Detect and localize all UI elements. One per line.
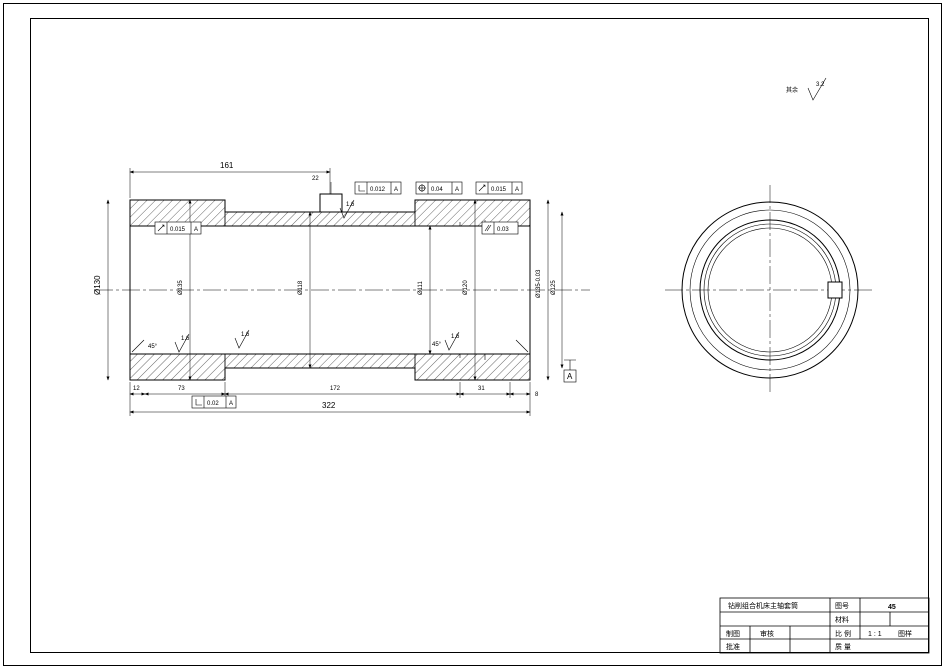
svg-text:1.6: 1.6 xyxy=(451,334,460,340)
fcf-perp-2: 0.02 A xyxy=(192,396,236,408)
svg-text:Ø111: Ø111 xyxy=(418,281,424,295)
svg-text:0.012: 0.012 xyxy=(370,187,386,193)
title-block: 钻削组合机床主轴套筒 图号 材料 45 比 例 1 : 1 图样 质 量 制图 … xyxy=(720,598,929,653)
svg-text:3.2: 3.2 xyxy=(816,82,825,88)
dim-161-text: 161 xyxy=(220,161,234,170)
svg-text:Ø135-0.03: Ø135-0.03 xyxy=(536,269,542,298)
fcf-pos: 0.04 A xyxy=(416,182,462,194)
svg-text:73: 73 xyxy=(178,386,185,392)
svg-text:0.02: 0.02 xyxy=(207,401,219,407)
chamfer-l-text: 45° xyxy=(148,344,158,350)
section-view: 45° 45° 1.6 1.6 1.6 1.6 xyxy=(93,161,590,416)
chamfer-r-text: 45° xyxy=(432,342,442,348)
svg-text:0.04: 0.04 xyxy=(431,187,443,193)
surface-finish-3: 1.6 xyxy=(445,332,460,350)
fcf-runout-1: 0.015 A xyxy=(155,222,201,234)
tb-sheet-l: 图样 xyxy=(898,629,912,638)
svg-text:A: A xyxy=(394,187,398,193)
svg-text:0.03: 0.03 xyxy=(497,227,509,233)
svg-text:8: 8 xyxy=(535,392,539,398)
svg-text:A: A xyxy=(194,227,198,233)
svg-text:Ø118: Ø118 xyxy=(298,280,304,295)
svg-text:1.6: 1.6 xyxy=(241,332,250,338)
svg-text:A: A xyxy=(567,372,573,381)
tb-mass-l: 质 量 xyxy=(835,642,851,651)
fcf-perp-1: 0.012 A xyxy=(355,182,401,194)
svg-text:1.6: 1.6 xyxy=(346,202,355,208)
svg-text:A: A xyxy=(515,187,519,193)
keyway-width: 22 xyxy=(312,176,319,182)
dim-322-text: 322 xyxy=(322,401,336,410)
svg-text:A: A xyxy=(229,401,233,407)
svg-text:1.6: 1.6 xyxy=(181,336,190,342)
svg-text:其余: 其余 xyxy=(786,86,798,94)
surface-finish-2: 1.6 xyxy=(235,330,250,348)
tb-scale: 1 : 1 xyxy=(868,631,882,638)
svg-text:Ø130: Ø130 xyxy=(93,275,102,295)
keyway-notch xyxy=(828,282,842,298)
tb-drawno: 图号 xyxy=(835,602,849,610)
general-surface-note: 其余 3.2 xyxy=(786,78,826,100)
svg-text:0.015: 0.015 xyxy=(170,227,186,233)
keyway-slot xyxy=(320,194,342,212)
tb-proof-l: 审核 xyxy=(760,629,774,638)
svg-text:Ø125: Ø125 xyxy=(551,280,557,295)
chamfer-l xyxy=(132,340,144,352)
chamfer-r xyxy=(516,340,528,352)
tb-design-l: 制图 xyxy=(726,629,740,638)
dim-chain: 12 73 172 31 8 xyxy=(130,382,539,398)
svg-text:Ø135: Ø135 xyxy=(178,280,184,295)
fcf-runout-2: 0.015 A xyxy=(476,182,522,194)
svg-text:A: A xyxy=(455,187,459,193)
tb-scale-l: 比 例 xyxy=(835,629,851,638)
fcf-cyl: 0.03 xyxy=(482,222,518,234)
tb-approve-l: 批准 xyxy=(726,642,740,651)
hatch-tm xyxy=(225,212,415,226)
hatch-bl xyxy=(130,354,225,380)
svg-text:172: 172 xyxy=(330,386,341,392)
drawing-canvas: 45° 45° 1.6 1.6 1.6 1.6 xyxy=(0,0,945,669)
datum-a: A xyxy=(564,360,576,382)
svg-text:31: 31 xyxy=(478,386,485,392)
tb-material-l: 材料 xyxy=(835,615,849,624)
hatch-bm xyxy=(225,354,415,368)
drawing-sheet: 45° 45° 1.6 1.6 1.6 1.6 xyxy=(0,0,945,669)
surface-finish-1: 1.6 xyxy=(175,334,190,352)
svg-text:Ø120: Ø120 xyxy=(463,280,469,295)
end-view xyxy=(665,185,875,395)
tb-material: 45 xyxy=(888,604,896,611)
hatch-br xyxy=(415,354,530,380)
tb-partname: 钻削组合机床主轴套筒 xyxy=(728,601,798,610)
svg-text:12: 12 xyxy=(133,386,140,392)
svg-text:0.015: 0.015 xyxy=(491,187,507,193)
